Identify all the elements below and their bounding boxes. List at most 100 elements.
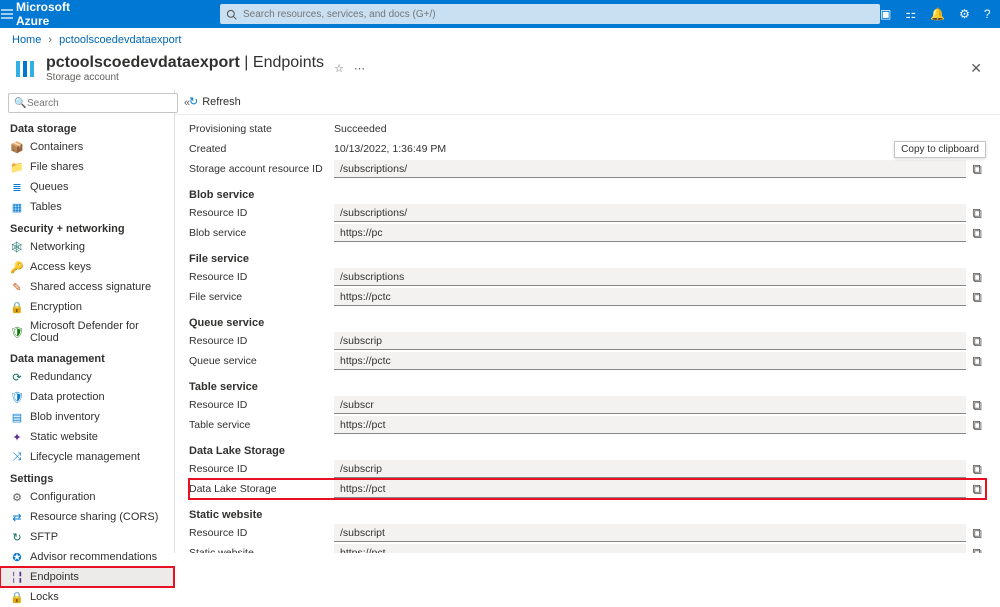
cloud-shell-icon[interactable]: ▣ — [880, 7, 891, 21]
property-label: Static website — [189, 547, 334, 553]
sidebar-item-configuration[interactable]: ⚙Configuration — [0, 487, 174, 507]
notifications-icon[interactable]: 🔔 — [930, 7, 945, 21]
refresh-button[interactable]: ↻ Refresh — [189, 95, 241, 108]
copy-icon[interactable] — [968, 288, 986, 306]
command-bar: ↻ Refresh — [175, 89, 1000, 115]
hamburger-icon[interactable] — [0, 7, 14, 21]
copy-icon[interactable] — [968, 160, 986, 178]
property-field[interactable]: https://pct — [334, 480, 966, 498]
configuration-icon: ⚙ — [10, 490, 24, 504]
sidebar-item-static-website[interactable]: ✦Static website — [0, 427, 174, 447]
sidebar-item-microsoft-defender-for-cloud[interactable]: 🛡 Microsoft Defender for Cloud — [0, 317, 174, 347]
sidebar-item-blob-inventory[interactable]: ▤Blob inventory — [0, 407, 174, 427]
global-search-box[interactable] — [220, 4, 880, 24]
sidebar-item-access-keys[interactable]: 🔑Access keys — [0, 257, 174, 277]
property-label: Table service — [189, 419, 334, 431]
section-title: Static website — [189, 499, 986, 523]
close-icon[interactable]: ✕ — [970, 60, 988, 77]
pin-icon[interactable]: ☆ — [334, 62, 344, 75]
sidebar-item-lifecycle-management[interactable]: ⤨Lifecycle management — [0, 447, 174, 467]
sidebar-item-queues[interactable]: ≣Queues — [0, 177, 174, 197]
microsoft-defender-for-cloud-icon: 🛡 — [10, 325, 24, 339]
copy-icon[interactable] — [968, 480, 986, 498]
directories-icon[interactable]: ⚏ — [905, 7, 916, 21]
sidebar-item-endpoints[interactable]: ╎╏Endpoints — [0, 567, 174, 587]
property-row: Queue servicehttps://pctc — [189, 351, 986, 371]
property-label: File service — [189, 291, 334, 303]
copy-icon[interactable] — [968, 204, 986, 222]
property-label: Resource ID — [189, 335, 334, 347]
property-row: Blob servicehttps://pc — [189, 223, 986, 243]
blade-name: Endpoints — [253, 54, 324, 71]
more-icon[interactable]: ⋯ — [354, 62, 365, 75]
property-field[interactable]: /subscr — [334, 396, 966, 414]
property-row: Provisioning stateSucceeded — [189, 119, 986, 139]
property-field[interactable]: /subscrip — [334, 460, 966, 478]
section-title: Queue service — [189, 307, 986, 331]
property-row: Resource ID/subscript — [189, 523, 986, 543]
sidebar-item-label: Encryption — [30, 301, 82, 313]
sidebar-item-file-shares[interactable]: 📁File shares — [0, 157, 174, 177]
property-field[interactable]: https://pct — [334, 416, 966, 434]
property-field[interactable]: https://pct — [334, 544, 966, 553]
property-label: Resource ID — [189, 207, 334, 219]
encryption-icon: 🔒 — [10, 300, 24, 314]
sidebar: 🔍 « Data storage📦Containers📁File shares≣… — [0, 89, 175, 553]
copy-icon[interactable] — [968, 544, 986, 553]
sidebar-item-redundancy[interactable]: ⟳Redundancy — [0, 367, 174, 387]
copy-icon[interactable] — [968, 460, 986, 478]
sidebar-item-shared-access-signature[interactable]: ✎Shared access signature — [0, 277, 174, 297]
property-row: Resource ID/subscrip — [189, 459, 986, 479]
property-row: Static websitehttps://pct — [189, 543, 986, 553]
breadcrumb-resource[interactable]: pctoolscoedevdataexport — [59, 34, 181, 46]
sidebar-item-containers[interactable]: 📦Containers — [0, 137, 174, 157]
section-title: Data Lake Storage — [189, 435, 986, 459]
copy-icon[interactable] — [968, 224, 986, 242]
sidebar-item-label: File shares — [30, 161, 84, 173]
sidebar-item-advisor-recommendations[interactable]: ✪Advisor recommendations — [0, 547, 174, 567]
containers-icon: 📦 — [10, 140, 24, 154]
sidebar-item-label: Endpoints — [30, 571, 79, 583]
sidebar-item-data-protection[interactable]: 🛡Data protection — [0, 387, 174, 407]
copy-icon[interactable] — [968, 332, 986, 350]
global-search — [220, 4, 880, 24]
sidebar-item-tables[interactable]: ▦Tables — [0, 197, 174, 217]
tables-icon: ▦ — [10, 200, 24, 214]
sidebar-item-resource-sharing-cors-[interactable]: ⇄Resource sharing (CORS) — [0, 507, 174, 527]
property-field[interactable]: https://pctc — [334, 288, 966, 306]
sidebar-item-label: Blob inventory — [30, 411, 100, 423]
property-field[interactable]: /subscrip — [334, 332, 966, 350]
help-icon[interactable]: ? — [984, 7, 991, 21]
breadcrumb-home[interactable]: Home — [12, 34, 41, 46]
copy-icon[interactable] — [968, 268, 986, 286]
copy-icon[interactable] — [968, 524, 986, 542]
sidebar-item-label: Resource sharing (CORS) — [30, 511, 158, 523]
property-field[interactable]: /subscriptions — [334, 268, 966, 286]
copy-icon[interactable] — [968, 352, 986, 370]
property-label: Resource ID — [189, 271, 334, 283]
sidebar-section-title: Settings — [0, 467, 174, 487]
queues-icon: ≣ — [10, 180, 24, 194]
property-field[interactable]: /subscriptions/ — [334, 204, 966, 222]
settings-icon[interactable]: ⚙ — [959, 7, 970, 21]
brand[interactable]: Microsoft Azure — [14, 0, 220, 28]
resource-name: pctoolscoedevdataexport — [46, 54, 240, 71]
sidebar-item-sftp[interactable]: ↻SFTP — [0, 527, 174, 547]
property-field[interactable]: https://pc — [334, 224, 966, 242]
property-field[interactable]: /subscript — [334, 524, 966, 542]
copy-icon[interactable] — [968, 396, 986, 414]
sidebar-item-label: Microsoft Defender for Cloud — [30, 320, 164, 344]
sidebar-item-networking[interactable]: 🕸Networking — [0, 237, 174, 257]
sidebar-item-encryption[interactable]: 🔒 Encryption — [0, 297, 174, 317]
sftp-icon: ↻ — [10, 530, 24, 544]
property-field[interactable]: https://pctc — [334, 352, 966, 370]
resource-type-icon — [12, 56, 38, 82]
copy-icon[interactable] — [968, 416, 986, 434]
property-label: Storage account resource ID — [189, 163, 334, 175]
sidebar-item-locks[interactable]: 🔒Locks — [0, 587, 174, 607]
global-search-input[interactable] — [243, 9, 874, 20]
property-field[interactable]: /subscriptions/ — [334, 160, 966, 178]
content: ↻ Refresh Provisioning stateSucceededCre… — [175, 89, 1000, 553]
static-website-icon: ✦ — [10, 430, 24, 444]
sidebar-search-input[interactable] — [8, 93, 178, 113]
